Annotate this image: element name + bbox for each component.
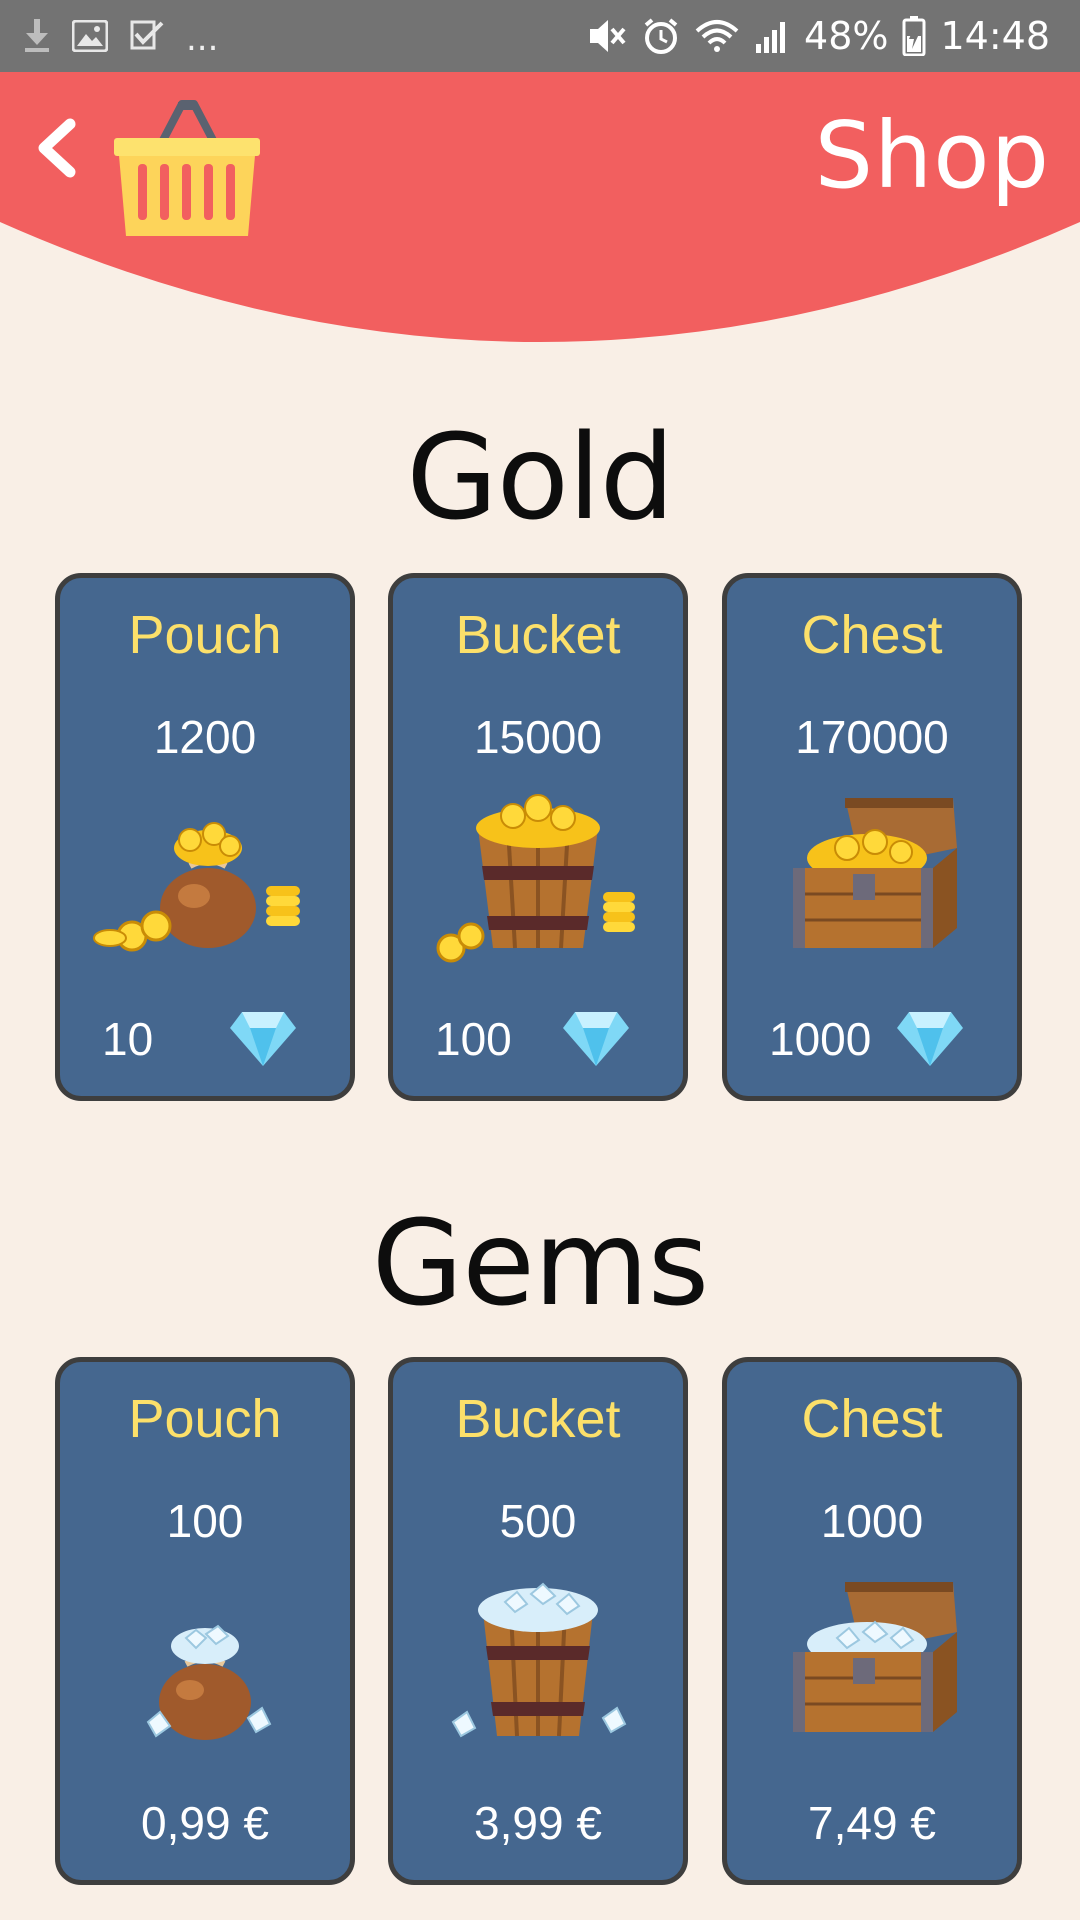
alarm-icon [644,18,678,54]
image-icon [72,20,108,52]
wifi-icon [695,20,739,52]
check-icon [130,20,164,50]
gems-section-title: Gems [371,1194,709,1332]
price-row: 1000 [727,1004,1017,1074]
mute-icon [590,20,626,52]
price-value: 100 [435,1013,512,1065]
gold-section-title: Gold [406,408,674,546]
price-row: 10 [60,1004,350,1074]
gem-chest-image [793,1582,957,1732]
diamond-icon [563,1012,629,1066]
gold-pouch-image [93,822,300,952]
gem-chest-card[interactable]: Chest 1000 7,49 € [722,1357,1022,1885]
item-name: Chest [801,605,943,665]
price-value: 0,99 € [141,1797,269,1849]
price-value: 10 [102,1013,154,1065]
shop-header: Shop [0,72,1080,352]
item-amount: 500 [499,1495,577,1547]
price-value: 3,99 € [474,1797,602,1849]
diamond-icon [897,1012,963,1066]
gold-bucket-card[interactable]: Bucket 15000 100 [388,573,688,1101]
diamond-icon [230,1012,296,1066]
battery-icon [902,16,926,56]
more-notifications: ... [186,19,219,59]
price-row: 7,49 € [727,1788,1017,1858]
basket-icon [114,100,260,236]
gem-pouch-card[interactable]: Pouch 100 0,99 € [55,1357,355,1885]
gem-bucket-card[interactable]: Bucket 500 3,99 € [388,1357,688,1885]
item-name: Pouch [128,605,282,665]
item-amount: 170000 [795,711,949,763]
price-row: 3,99 € [393,1788,683,1858]
gold-pouch-card[interactable]: Pouch 1200 10 [55,573,355,1101]
download-icon [25,19,49,52]
item-name: Bucket [455,1389,621,1449]
clock: 14:48 [940,14,1050,58]
gold-chest-image [793,798,957,948]
gem-pouch-image [146,1624,272,1740]
battery-percent: 48% [804,14,889,58]
price-row: 100 [393,1004,683,1074]
signal-icon [756,22,786,53]
price-row: 0,99 € [60,1788,350,1858]
item-name: Pouch [128,1389,282,1449]
item-amount: 100 [166,1495,244,1547]
price-value: 1000 [769,1013,872,1065]
price-value: 7,49 € [808,1797,936,1849]
gem-bucket-image [451,1582,627,1738]
item-amount: 15000 [474,711,602,763]
gold-bucket-image [436,794,635,963]
item-amount: 1000 [820,1495,924,1547]
gold-chest-card[interactable]: Chest 170000 1000 [722,573,1022,1101]
back-button[interactable] [30,112,90,182]
item-name: Chest [801,1389,943,1449]
page-title: Shop [814,102,1050,209]
item-name: Bucket [455,605,621,665]
status-bar: ... 48% 14:48 [0,0,1080,72]
item-amount: 1200 [153,711,257,763]
